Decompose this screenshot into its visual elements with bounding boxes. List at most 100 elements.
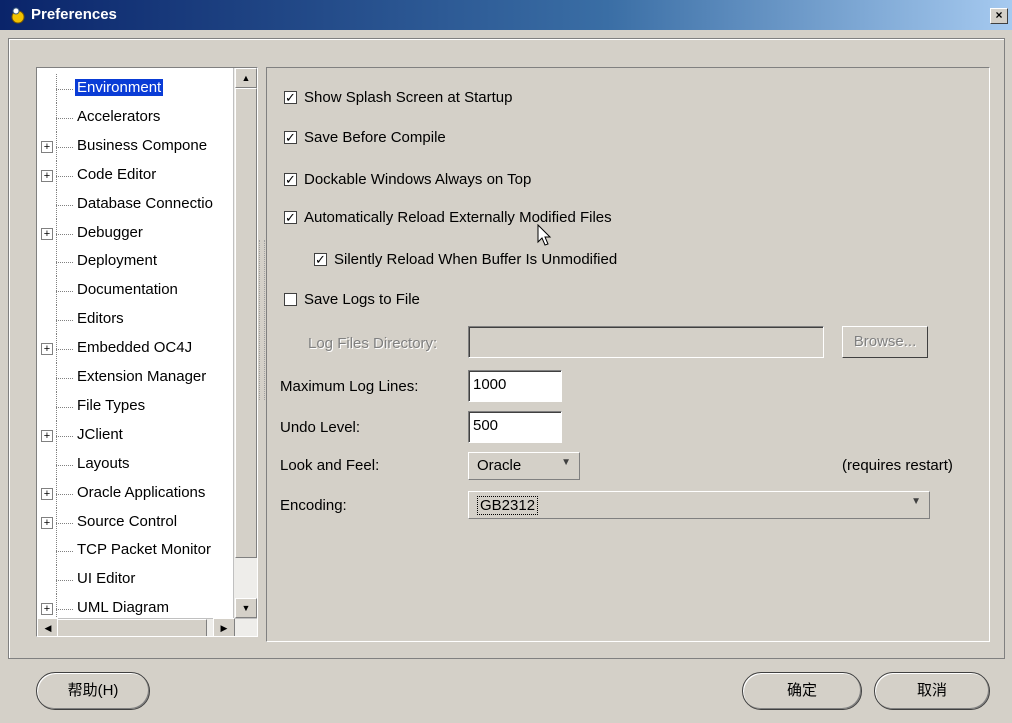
expand-icon[interactable]: + <box>41 487 53 500</box>
tree-item[interactable]: + JClient <box>37 420 233 450</box>
scroll-left-button[interactable]: ◀ <box>37 618 59 636</box>
tree-vertical-scrollbar[interactable]: ▲ ▼ <box>233 68 257 618</box>
mouse-cursor-icon <box>537 224 552 246</box>
tree-item[interactable]: + UML Diagram <box>37 594 233 618</box>
tree-item[interactable]: + Code Editor <box>37 160 233 190</box>
scroll-up-button[interactable]: ▲ <box>235 68 257 88</box>
look-and-feel-select[interactable]: Oracle ▼ <box>468 452 580 480</box>
checkbox-box: ✓ <box>284 130 297 145</box>
tree-connector-line <box>56 406 73 408</box>
tree-connector-line <box>56 378 73 379</box>
tree-item-label: JClient <box>77 425 123 443</box>
encoding-value: GB2312 <box>477 496 539 515</box>
help-button[interactable]: 帮助(H) <box>36 672 150 710</box>
tree-item-label: UML Diagram <box>77 599 169 617</box>
tree-connector-line <box>56 464 73 466</box>
tree-connector-line <box>56 594 57 618</box>
expand-icon[interactable]: + <box>41 516 53 529</box>
tree-connector-line <box>56 117 73 119</box>
tree-item[interactable]: Layouts <box>37 449 233 479</box>
look-and-feel-label: Look and Feel: <box>280 457 380 474</box>
tree-item[interactable]: + Source Control <box>37 507 233 537</box>
max-log-lines-label: Maximum Log Lines: <box>280 378 419 395</box>
tree-connector-line <box>56 175 73 177</box>
title-bar: Preferences × <box>0 0 1012 30</box>
tree-item[interactable]: + Debugger <box>37 218 233 248</box>
ok-button[interactable]: 确定 <box>742 672 862 710</box>
tree-connector-line <box>56 609 73 611</box>
browse-button[interactable]: Browse... <box>842 326 928 358</box>
tree-item[interactable]: Environment <box>37 74 233 103</box>
expand-icon[interactable]: + <box>41 140 53 153</box>
tree-item[interactable]: + Embedded OC4J <box>37 334 233 364</box>
chevron-down-icon: ▼ <box>911 496 921 507</box>
tree-item[interactable]: TCP Packet Monitor <box>37 536 233 566</box>
tree-connector-line <box>56 551 73 553</box>
tree-item[interactable]: Accelerators <box>37 102 233 132</box>
checkbox-box: ✓ <box>284 90 297 105</box>
tree-item[interactable]: File Types <box>37 391 233 421</box>
expand-icon[interactable]: + <box>41 227 53 240</box>
undo-level-input[interactable]: 500 <box>468 411 562 443</box>
checkbox-box: ✓ <box>314 252 327 267</box>
max-log-lines-input[interactable]: 1000 <box>468 370 562 402</box>
tree-item[interactable]: Deployment <box>37 247 233 277</box>
tree-horizontal-scrollbar[interactable]: ◀ ▶ <box>37 618 257 636</box>
tree-connector-line <box>56 435 73 437</box>
tree-connector-line <box>56 262 73 264</box>
checkbox-box: ✓ <box>284 172 297 187</box>
tree-item[interactable]: + Business Compone <box>37 131 233 161</box>
horizontal-scroll-thumb[interactable] <box>57 619 207 636</box>
tree-item-label: Deployment <box>77 252 158 270</box>
tree-item-label: Oracle Applications <box>77 483 206 501</box>
chevron-down-icon: ▼ <box>561 457 571 468</box>
log-directory-input[interactable] <box>468 326 824 358</box>
log-directory-label: Log Files Directory: <box>308 335 438 352</box>
tree-connector-line <box>56 522 73 524</box>
checkbox-label: Dockable Windows Always on Top <box>304 171 532 188</box>
expand-icon[interactable]: + <box>41 429 53 442</box>
tree-item[interactable]: Extension Manager <box>37 363 233 392</box>
tree-connector-line <box>56 320 73 322</box>
tree-connector-line <box>56 349 73 351</box>
tree-connector-line <box>56 89 73 90</box>
app-icon <box>11 7 25 24</box>
tree-item-label: Source Control <box>77 512 178 530</box>
tree-connector-line <box>56 291 73 293</box>
checkbox-box <box>284 293 297 306</box>
undo-level-label: Undo Level: <box>280 419 361 436</box>
tree-item-label: Extension Manager <box>77 368 207 385</box>
encoding-select[interactable]: GB2312 ▼ <box>468 491 930 519</box>
panel-splitter[interactable] <box>259 240 265 400</box>
preferences-tree: Environment Accelerators + Business Compone… <box>36 67 258 637</box>
scroll-down-button[interactable]: ▼ <box>235 598 257 618</box>
vertical-scroll-thumb[interactable] <box>235 88 257 558</box>
tree-item-label: Code Editor <box>77 165 157 183</box>
checkbox-box: ✓ <box>284 210 297 225</box>
tree-item[interactable]: Editors <box>37 305 233 335</box>
scroll-right-button[interactable]: ▶ <box>213 618 235 636</box>
expand-icon[interactable]: + <box>41 603 53 616</box>
tree-connector-line <box>56 233 73 235</box>
tree-item-label: Environment <box>75 79 164 96</box>
tree-connector-line <box>56 146 73 148</box>
expand-icon[interactable]: + <box>41 343 53 356</box>
cancel-button[interactable]: 取消 <box>874 672 990 710</box>
tree-item[interactable]: + Oracle Applications <box>37 478 233 508</box>
tree-item[interactable]: Database Connectio <box>37 189 233 219</box>
tree-item-label: Editors <box>77 310 124 328</box>
tree-item-label: Accelerators <box>77 107 161 125</box>
tree-item-label: Database Connectio <box>77 194 213 212</box>
tree-connector-line <box>56 493 73 495</box>
tree-item[interactable]: Documentation <box>37 276 233 306</box>
close-button[interactable]: × <box>990 8 1008 24</box>
tree-list: Environment Accelerators + Business Compone… <box>37 68 233 618</box>
look-and-feel-value: Oracle <box>477 457 522 474</box>
encoding-label: Encoding: <box>280 497 347 514</box>
tree-item[interactable]: UI Editor <box>37 565 233 595</box>
expand-icon[interactable]: + <box>41 169 53 182</box>
tree-item-label: Documentation <box>77 281 178 299</box>
tree-connector-line <box>56 580 73 582</box>
checkbox-label: Save Logs to File <box>304 291 420 308</box>
window-title: Preferences <box>31 6 117 23</box>
